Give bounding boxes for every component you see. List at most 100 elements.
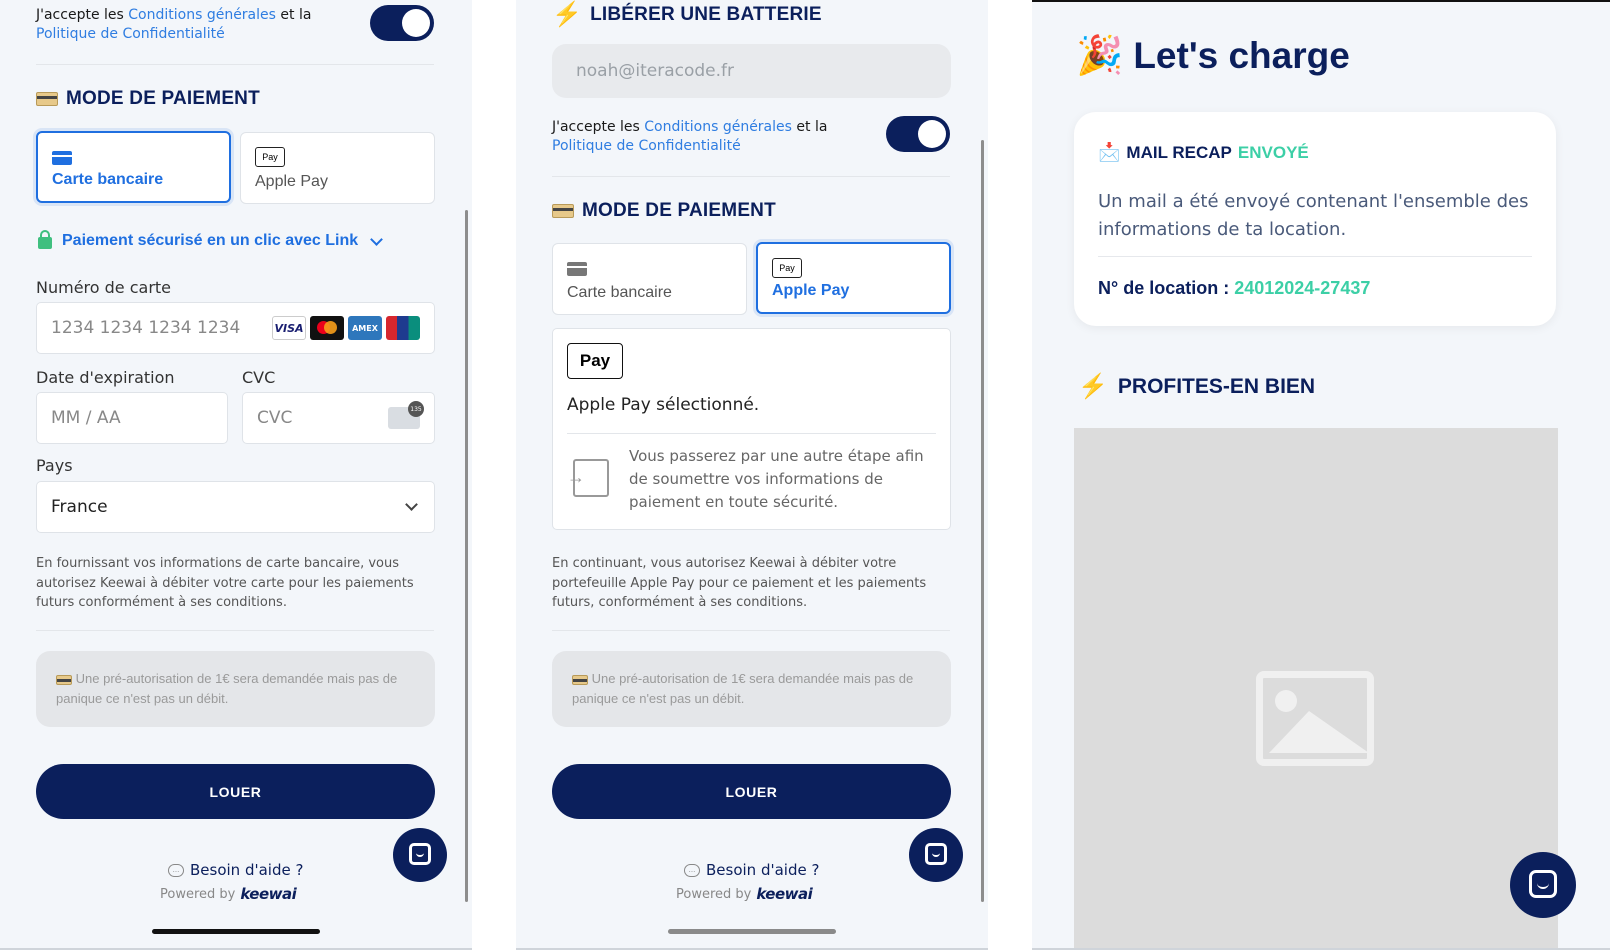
terms-mid: et la	[275, 7, 312, 23]
divider	[36, 630, 434, 631]
privacy-policy-link[interactable]: Politique de Confidentialité	[36, 26, 225, 42]
terms-prefix: J'accepte les	[36, 7, 129, 23]
apple-pay-info: Vous passerez par une autre étape afin d…	[629, 447, 924, 511]
confirmation-screen: 🎉 Let's charge 📩 MAIL RECAP ENVOYÉ Un ma…	[1032, 0, 1610, 950]
help-text: Besoin d'aide ?	[190, 861, 304, 879]
speech-bubble-icon: ...	[168, 863, 184, 877]
toggle-knob	[402, 9, 430, 37]
payment-card-screen: J'accepte les Conditions générales et la…	[0, 0, 472, 950]
lightning-icon: ⚡	[552, 1, 583, 28]
terms-conditions-link[interactable]: Conditions générales	[128, 7, 276, 23]
terms-text: J'accepte les Conditions générales et la…	[552, 118, 852, 156]
credit-card-icon	[52, 151, 72, 165]
divider	[567, 433, 936, 434]
preauth-notice-text: Une pré-autorisation de 1€ sera demandée…	[572, 671, 914, 706]
toggle-knob	[918, 120, 946, 148]
country-value: France	[51, 497, 108, 517]
unionpay-icon	[386, 316, 420, 340]
apple-pay-icon-text: Pay	[262, 152, 278, 162]
privacy-policy-link[interactable]: Politique de Confidentialité	[552, 138, 741, 154]
rent-button[interactable]: LOUER	[36, 764, 435, 819]
chat-button[interactable]	[909, 828, 963, 882]
mail-recap-card: 📩 MAIL RECAP ENVOYÉ Un mail a été envoyé…	[1074, 112, 1556, 326]
party-popper-icon: 🎉	[1076, 35, 1124, 77]
tab-card[interactable]: Carte bancaire	[552, 243, 747, 315]
powered-by: Powered by keewai	[676, 885, 813, 903]
powered-by-text: Powered by	[676, 886, 752, 902]
image-icon-mountain	[1297, 729, 1361, 753]
screenshot-stage: J'accepte les Conditions générales et la…	[0, 0, 1610, 950]
cvc-label: CVC	[242, 368, 276, 387]
chat-button[interactable]	[393, 828, 447, 882]
expiry-input[interactable]: MM / AA	[36, 392, 228, 444]
powered-by-text: Powered by	[160, 886, 236, 902]
divider	[552, 176, 950, 177]
email-field[interactable]: noah@iteracode.fr	[552, 44, 951, 98]
payment-method-title-text: MODE DE PAIEMENT	[66, 88, 260, 109]
image-icon	[1256, 671, 1374, 766]
card-number-label: Numéro de carte	[36, 278, 172, 297]
apple-pay-panel: Pay Apple Pay sélectionné. Vous passerez…	[552, 328, 951, 530]
profite-title-text: PROFITES-EN BIEN	[1117, 374, 1316, 398]
mail-recap-title-text: MAIL RECAP	[1126, 142, 1232, 162]
tab-card[interactable]: Carte bancaire	[36, 131, 231, 203]
apple-pay-icon: Pay	[772, 258, 802, 278]
expiry-label: Date d'expiration	[36, 368, 175, 387]
help-link[interactable]: ... Besoin d'aide ?	[684, 861, 819, 879]
lock-icon	[38, 230, 52, 249]
terms-toggle[interactable]	[370, 5, 434, 41]
credit-card-icon	[36, 92, 58, 106]
cvc-placeholder: CVC	[257, 408, 293, 428]
image-icon-sun	[1275, 690, 1297, 712]
cvc-input[interactable]: CVC	[242, 392, 435, 444]
speech-bubble-icon: ...	[684, 863, 700, 877]
card-disclaimer: En fournissant vos informations de carte…	[36, 556, 414, 610]
credit-card-icon	[567, 262, 587, 276]
terms-mid: et la	[791, 119, 828, 135]
page-title: 🎉 Let's charge	[1076, 34, 1350, 78]
preauth-notice: Une pré-autorisation de 1€ sera demandée…	[36, 651, 435, 727]
link-pay-text: Paiement sécurisé en un clic avec Link	[62, 232, 359, 249]
tab-applepay[interactable]: Pay Apple Pay	[756, 242, 951, 314]
scrollbar[interactable]	[465, 210, 468, 902]
apple-pay-icon-text: Pay	[779, 263, 795, 273]
scrollbar[interactable]	[981, 140, 984, 902]
tab-card-label: Carte bancaire	[52, 171, 164, 188]
apple-pay-logo-text: Pay	[579, 351, 611, 370]
terms-conditions-link[interactable]: Conditions générales	[644, 119, 792, 135]
help-text: Besoin d'aide ?	[706, 861, 820, 879]
card-number-placeholder: 1234 1234 1234 1234	[51, 318, 241, 338]
help-link[interactable]: ... Besoin d'aide ?	[168, 861, 303, 879]
country-select[interactable]: France	[36, 481, 435, 533]
cvc-card-icon	[388, 401, 424, 429]
amex-icon: AMEX	[348, 316, 382, 340]
release-battery-title: ⚡ LIBÉRER UNE BATTERIE	[552, 0, 822, 29]
keewai-logo: keewai	[240, 885, 297, 903]
tab-applepay-label: Apple Pay	[772, 282, 850, 299]
chevron-down-icon	[370, 232, 384, 246]
profite-title: ⚡ PROFITES-EN BIEN	[1078, 372, 1315, 401]
tab-applepay[interactable]: Pay Apple Pay	[240, 132, 435, 204]
chat-button[interactable]	[1510, 852, 1576, 918]
preauth-notice: Une pré-autorisation de 1€ sera demandée…	[552, 651, 951, 727]
location-label: N° de location :	[1098, 278, 1230, 298]
applepay-disclaimer: En continuant, vous autorisez Keewai à d…	[552, 556, 927, 610]
divider	[36, 64, 434, 65]
card-number-input[interactable]: 1234 1234 1234 1234 VISA AMEX	[36, 302, 435, 354]
rent-button[interactable]: LOUER	[552, 764, 951, 819]
payment-method-title: MODE DE PAIEMENT	[552, 200, 776, 222]
apple-pay-logo: Pay	[567, 343, 623, 379]
top-border	[1032, 0, 1610, 2]
chat-icon	[925, 843, 947, 865]
terms-toggle[interactable]	[886, 116, 950, 152]
credit-card-icon	[56, 674, 72, 685]
tab-applepay-label: Apple Pay	[255, 173, 328, 190]
expiry-placeholder: MM / AA	[51, 408, 121, 428]
chevron-down-icon	[405, 498, 418, 511]
keewai-logo: keewai	[756, 885, 813, 903]
envelope-icon: 📩	[1098, 142, 1121, 162]
credit-card-icon	[552, 204, 574, 218]
link-pay-row[interactable]: Paiement sécurisé en un clic avec Link	[38, 230, 384, 250]
image-placeholder	[1074, 428, 1558, 950]
payment-method-title: MODE DE PAIEMENT	[36, 88, 260, 110]
